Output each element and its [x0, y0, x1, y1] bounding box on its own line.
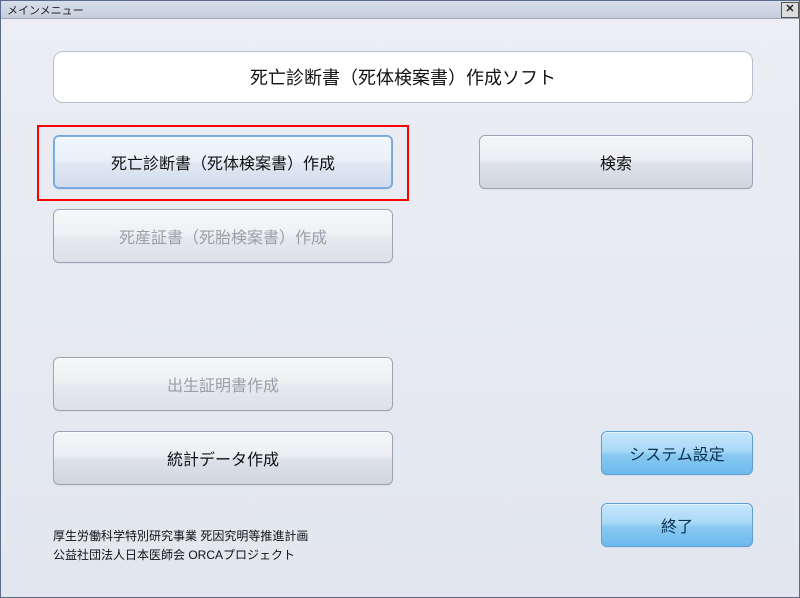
system-settings-button[interactable]: システム設定 [601, 431, 753, 475]
window-title: メインメニュー [7, 2, 84, 18]
main-window: メインメニュー ✕ 死亡診断書（死体検案書）作成ソフト 死亡診断書（死体検案書）… [0, 0, 800, 598]
create-birth-cert-button: 出生証明書作成 [53, 357, 393, 411]
close-icon: ✕ [785, 4, 794, 15]
app-title: 死亡診断書（死体検案書）作成ソフト [250, 64, 556, 90]
button-label: 統計データ作成 [167, 446, 279, 470]
titlebar: メインメニュー ✕ [1, 1, 799, 19]
button-label: 死産証書（死胎検案書）作成 [119, 224, 327, 248]
create-stillbirth-cert-button: 死産証書（死胎検案書）作成 [53, 209, 393, 263]
create-statistics-button[interactable]: 統計データ作成 [53, 431, 393, 485]
button-label: システム設定 [629, 441, 725, 465]
footer-text: 厚生労働科学特別研究事業 死因究明等推進計画 公益社団法人日本医師会 ORCAプ… [53, 527, 308, 565]
footer-line1: 厚生労働科学特別研究事業 死因究明等推進計画 [53, 527, 308, 546]
close-button[interactable]: ✕ [781, 2, 799, 18]
exit-button[interactable]: 終了 [601, 503, 753, 547]
button-label: 出生証明書作成 [167, 372, 279, 396]
client-area: 死亡診断書（死体検案書）作成ソフト 死亡診断書（死体検案書）作成 検索 死産証書… [5, 21, 795, 593]
button-label: 終了 [661, 513, 693, 537]
search-button[interactable]: 検索 [479, 135, 753, 189]
app-title-panel: 死亡診断書（死体検案書）作成ソフト [53, 51, 753, 103]
button-label: 死亡診断書（死体検案書）作成 [111, 150, 335, 174]
button-label: 検索 [600, 150, 632, 174]
footer-line2: 公益社団法人日本医師会 ORCAプロジェクト [53, 546, 308, 565]
create-death-cert-button[interactable]: 死亡診断書（死体検案書）作成 [53, 135, 393, 189]
